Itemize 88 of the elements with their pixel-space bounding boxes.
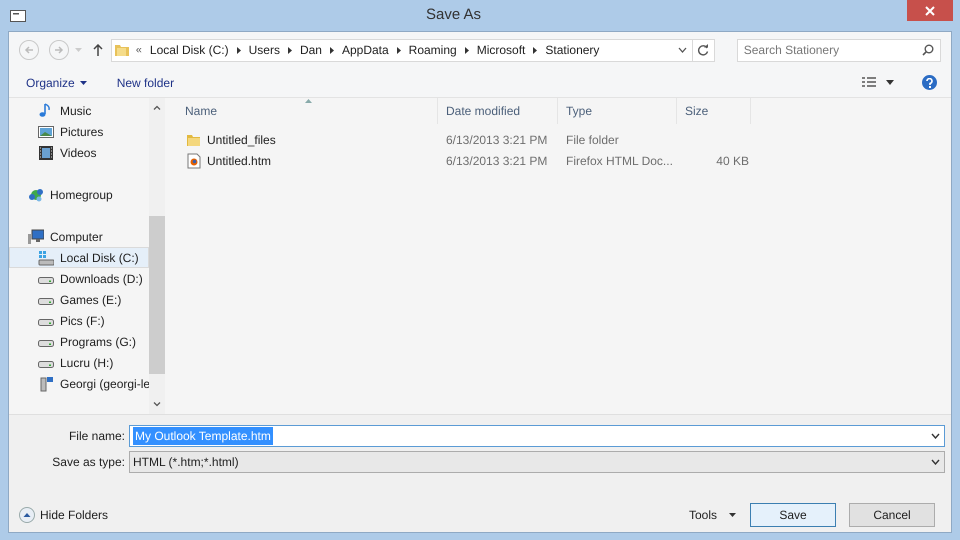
save-button[interactable]: Save	[750, 503, 836, 527]
scroll-down-icon	[153, 402, 161, 407]
sidebar-item[interactable]: Local Disk (C:)	[9, 247, 149, 268]
close-button[interactable]	[907, 0, 953, 21]
caret-icon	[729, 513, 736, 517]
view-options-button[interactable]	[862, 77, 894, 88]
chevron-right-icon	[236, 46, 241, 54]
drive-icon	[38, 298, 54, 305]
collapse-icon	[19, 507, 35, 523]
file-row[interactable]: Untitled_files 6/13/2013 3:21 PM File folder	[177, 129, 951, 150]
chevron-down-icon	[678, 47, 688, 53]
file-row[interactable]: Untitled.htm 6/13/2013 3:21 PM Firefox HTML Doc... 40 KB	[177, 150, 951, 171]
breadcrumb[interactable]: Stationery	[545, 41, 600, 59]
save-type-dropdown[interactable]: HTML (*.htm;*.html)	[129, 451, 945, 473]
search-icon	[922, 44, 934, 56]
close-icon	[925, 6, 935, 16]
sidebar-item[interactable]: Videos	[9, 142, 149, 163]
sidebar-item[interactable]: Music	[9, 100, 149, 121]
column-header[interactable]: Name	[177, 98, 438, 124]
drive-icon	[38, 340, 54, 347]
firefox-document-icon	[186, 152, 202, 168]
drive-icon	[38, 319, 54, 326]
new-folder-button[interactable]: New folder	[116, 74, 174, 92]
drive-icon	[38, 277, 54, 284]
drive-icon	[38, 361, 54, 368]
sidebar-item[interactable]: Homegroup	[9, 184, 149, 205]
chevron-right-icon	[464, 46, 469, 54]
breadcrumb[interactable]: AppData	[342, 41, 389, 59]
breadcrumb[interactable]: Roaming	[408, 41, 457, 59]
computer-icon	[28, 228, 44, 244]
sidebar-item[interactable]: Games (E:)	[9, 289, 149, 310]
search-field[interactable]: Search Stationery	[736, 38, 942, 62]
breadcrumb[interactable]: Local Disk (C:)	[150, 41, 229, 59]
column-header[interactable]: Size	[677, 98, 751, 124]
date-cell: 6/13/2013 3:21 PM	[446, 132, 548, 146]
sidebar-item[interactable]: Pics (F:)	[9, 310, 149, 331]
field-label: File name:	[68, 429, 125, 443]
refresh-icon	[697, 44, 710, 56]
scroll-thumb[interactable]	[149, 216, 165, 374]
caret-icon	[74, 48, 82, 52]
file-name: Untitled_files	[207, 132, 276, 148]
chevron-down-icon	[931, 433, 940, 439]
window-title: Save As	[426, 5, 482, 26]
overflow-chevron[interactable]: «	[136, 42, 142, 58]
sidebar-item[interactable]: Downloads (D:)	[9, 268, 149, 289]
breadcrumb[interactable]: Microsoft	[476, 41, 526, 59]
scroll-up-icon	[153, 105, 161, 110]
question-icon	[926, 78, 933, 88]
film-icon	[38, 144, 54, 160]
date-cell: 6/13/2013 3:21 PM	[446, 154, 548, 168]
type-cell: File folder	[566, 132, 619, 146]
breadcrumb[interactable]: Dan	[300, 41, 322, 59]
breadcrumb[interactable]: Users	[248, 41, 280, 59]
address-bar[interactable]: « Local Disk (C:) Users Dan AppData Roaming Microsoft Stationery	[110, 38, 715, 62]
scrollbar[interactable]	[149, 98, 165, 414]
system-drive-icon	[38, 250, 54, 266]
organize-menu[interactable]: Organize	[26, 74, 87, 92]
sort-arrow-icon	[305, 99, 312, 103]
homegroup-icon	[28, 186, 44, 202]
network-drive-icon	[38, 376, 54, 392]
sidebar-item[interactable]: Programs (G:)	[9, 331, 149, 352]
column-header[interactable]: Type	[558, 98, 677, 124]
help-button[interactable]	[922, 75, 937, 90]
tools-menu[interactable]: Tools	[688, 506, 736, 524]
picture-icon	[38, 124, 54, 140]
chevron-right-icon	[396, 46, 401, 54]
up-arrow-icon	[92, 44, 103, 56]
chevron-right-icon	[533, 46, 538, 54]
sidebar-item[interactable]: Lucru (H:)	[9, 352, 149, 373]
window-icon	[10, 10, 26, 22]
chevron-right-icon	[330, 46, 334, 54]
size-cell: 40 KB	[716, 154, 749, 168]
caret-icon	[80, 80, 87, 84]
sidebar-item[interactable]: Pictures	[9, 121, 149, 142]
field-label: Save as type:	[52, 455, 125, 469]
chevron-down-icon	[931, 459, 940, 465]
caret-icon	[886, 80, 894, 85]
cancel-button[interactable]: Cancel	[849, 503, 935, 527]
sidebar-item[interactable]: Computer	[9, 226, 149, 247]
column-header[interactable]: Date modified	[438, 98, 558, 124]
forward-arrow-icon	[54, 45, 64, 55]
file-name: Untitled.htm	[207, 152, 272, 170]
hide-folders-button[interactable]: Hide Folders	[19, 506, 108, 524]
folder-icon	[114, 43, 130, 57]
details-view-icon	[862, 77, 876, 88]
type-cell: Firefox HTML Doc...	[566, 154, 673, 168]
back-arrow-icon	[24, 45, 34, 55]
chevron-right-icon	[288, 46, 292, 54]
